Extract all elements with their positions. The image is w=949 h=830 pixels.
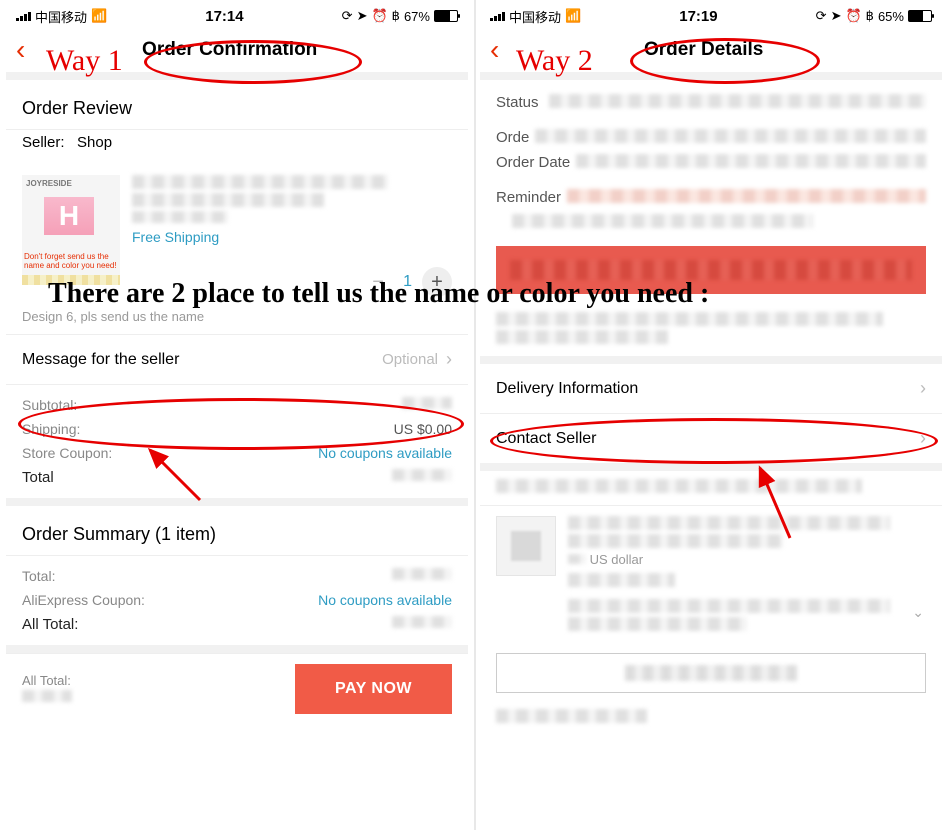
carrier-label: 中国移动 (35, 7, 87, 26)
blurred-text (568, 599, 890, 613)
battery-icon (434, 10, 458, 22)
blurred-text (496, 330, 668, 344)
blurred-text (132, 211, 228, 223)
thumb-brand: JOYRESIDE (26, 179, 72, 188)
battery-pct: 67% (404, 9, 430, 24)
qty-plus-button[interactable]: + (422, 267, 452, 297)
status-row: Status (480, 90, 942, 115)
alarm-icon: ⏰ (845, 8, 861, 24)
alarm-icon: ⏰ (371, 8, 387, 24)
blurred-text (496, 479, 862, 493)
shipping-row: Shipping: US $0.00 (6, 417, 468, 441)
blurred-text (22, 690, 72, 702)
status-bar: 中国移动 📶 17:19 ⟳ ➤ ⏰ ฿ 65% (480, 0, 942, 28)
seller-name: Shop (77, 134, 112, 151)
blurred-text (132, 193, 324, 207)
seller-label: Seller: (22, 134, 65, 151)
store-coupon-row[interactable]: Store Coupon: No coupons available (6, 441, 468, 465)
subtotal-row: Subtotal: (6, 393, 468, 417)
order-summary-heading: Order Summary (1 item) (6, 506, 468, 555)
orientation-lock-icon: ⟳ (816, 8, 827, 24)
paybar-all-total-label: All Total: (22, 673, 285, 688)
location-icon: ➤ (831, 8, 842, 24)
phone-way2: 中国移动 📶 17:19 ⟳ ➤ ⏰ ฿ 65% ‹ Order Details… (480, 0, 942, 830)
contact-seller-row[interactable]: Contact Seller › (480, 414, 942, 463)
reminder-row: Reminder (480, 185, 942, 210)
qty-minus-button[interactable]: − (363, 267, 393, 297)
wifi-icon: 📶 (91, 8, 107, 24)
battery-icon (908, 10, 932, 22)
chevron-right-icon: › (446, 349, 452, 370)
bluetooth-icon: ฿ (392, 8, 400, 24)
blurred-text (568, 573, 675, 587)
outline-button[interactable] (496, 653, 926, 693)
signal-icon (490, 11, 505, 21)
blurred-text (496, 709, 647, 723)
product-detail-row: US dollar ⌄ (480, 506, 942, 645)
order-review-heading: Order Review (6, 80, 468, 129)
nav-header: ‹ Order Confirmation (6, 28, 468, 72)
blurred-text (568, 516, 890, 530)
page-title: Order Details (475, 39, 932, 61)
nav-header: ‹ Order Details (480, 28, 942, 72)
free-shipping-label: Free Shipping (132, 229, 452, 245)
status-bar: 中国移动 📶 17:14 ⟳ ➤ ⏰ ฿ 67% (6, 0, 468, 28)
blurred-text (132, 175, 388, 189)
location-icon: ➤ (357, 8, 368, 24)
message-seller-row[interactable]: Message for the seller Optional › (6, 335, 468, 384)
thumb-message: Don't forget send us the name and color … (24, 253, 118, 271)
order-id-row: Orde (480, 125, 942, 150)
blurred-text (496, 312, 883, 326)
bluetooth-icon: ฿ (866, 8, 874, 24)
pay-now-button[interactable]: PAY NOW (295, 664, 452, 714)
chevron-right-icon: › (920, 428, 926, 449)
ae-coupon-row[interactable]: AliExpress Coupon: No coupons available (6, 588, 468, 612)
highlight-bar (496, 246, 926, 294)
summary-total-row: Total: (6, 564, 468, 588)
product-thumbnail[interactable] (496, 516, 556, 576)
product-thumbnail[interactable]: JOYRESIDE H Don't forget send us the nam… (22, 175, 120, 285)
qty-value: 1 (403, 273, 412, 291)
phone-way1: 中国移动 📶 17:14 ⟳ ➤ ⏰ ฿ 67% ‹ Order Confirm… (6, 0, 468, 830)
battery-pct: 65% (878, 9, 904, 24)
blurred-text (568, 534, 783, 548)
message-placeholder: Optional (382, 351, 438, 368)
chevron-down-icon[interactable]: ⌄ (912, 604, 924, 621)
page-title: Order Confirmation (1, 39, 458, 61)
all-total-row: All Total: (6, 612, 468, 637)
contact-seller-label: Contact Seller (496, 430, 597, 448)
order-date-row: Order Date (480, 150, 942, 175)
delivery-info-label: Delivery Information (496, 380, 638, 398)
total-row: Total (6, 465, 468, 490)
wifi-icon: 📶 (565, 8, 581, 24)
blurred-text (568, 617, 747, 631)
variant-note: Design 6, pls send us the name (6, 307, 468, 334)
currency-label: US dollar (590, 552, 643, 567)
clock: 17:14 (205, 8, 243, 25)
seller-row: Seller: Shop (6, 130, 468, 165)
orientation-lock-icon: ⟳ (342, 8, 353, 24)
chevron-right-icon: › (920, 378, 926, 399)
delivery-info-row[interactable]: Delivery Information › (480, 364, 942, 413)
thumb-letter-icon: H (44, 197, 94, 235)
signal-icon (16, 11, 31, 21)
carrier-label: 中国移动 (509, 7, 561, 26)
clock: 17:19 (679, 8, 717, 25)
pay-bar: All Total: PAY NOW (6, 653, 468, 724)
message-seller-label: Message for the seller (22, 351, 179, 369)
